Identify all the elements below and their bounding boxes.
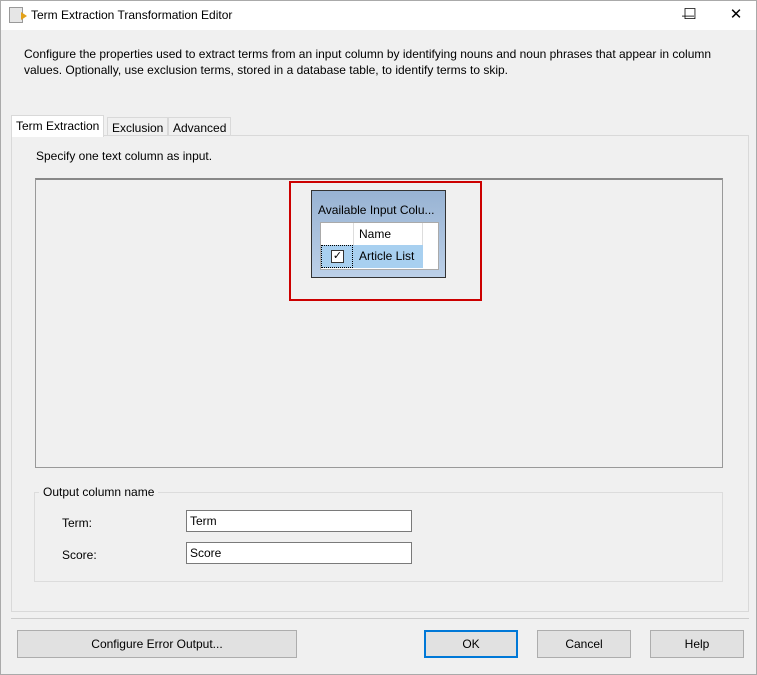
- article-list-checkbox[interactable]: ✓: [321, 245, 353, 268]
- output-group-label: Output column name: [39, 485, 159, 499]
- tab-term-extraction[interactable]: Term Extraction: [11, 115, 105, 137]
- description: Configure the properties used to extract…: [24, 47, 712, 77]
- term-input[interactable]: Term: [186, 510, 412, 532]
- output-column-group: [34, 492, 723, 582]
- column-row-name[interactable]: Article List: [353, 245, 423, 268]
- score-input[interactable]: Score: [186, 542, 412, 564]
- dialog-window: Term Extraction Transformation Editor — …: [0, 0, 757, 675]
- tab-exclusion[interactable]: Exclusion: [107, 117, 169, 137]
- app-icon: [9, 7, 27, 23]
- available-input-columns[interactable]: Available Input Colu... Name ✓ Article L…: [311, 190, 446, 278]
- columns-grid: Name ✓ Article List: [320, 222, 439, 270]
- ok-button[interactable]: OK: [424, 630, 518, 658]
- check-icon: ✓: [331, 250, 344, 263]
- separator: [11, 618, 749, 619]
- available-columns-title: Available Input Colu...: [318, 203, 435, 217]
- close-button[interactable]: ✕: [713, 1, 757, 30]
- tab-advanced[interactable]: Advanced: [168, 117, 232, 137]
- cancel-button[interactable]: Cancel: [537, 630, 631, 658]
- score-label: Score:: [62, 548, 97, 562]
- title-bar: Term Extraction Transformation Editor — …: [1, 1, 756, 30]
- maximize-button[interactable]: ☐: [667, 1, 713, 30]
- window-title: Term Extraction Transformation Editor: [31, 8, 233, 22]
- configure-error-output-button[interactable]: Configure Error Output...: [17, 630, 297, 658]
- help-button[interactable]: Help: [650, 630, 744, 658]
- instruction-label: Specify one text column as input.: [36, 149, 213, 163]
- term-label: Term:: [62, 516, 92, 530]
- column-header-name[interactable]: Name: [353, 223, 423, 245]
